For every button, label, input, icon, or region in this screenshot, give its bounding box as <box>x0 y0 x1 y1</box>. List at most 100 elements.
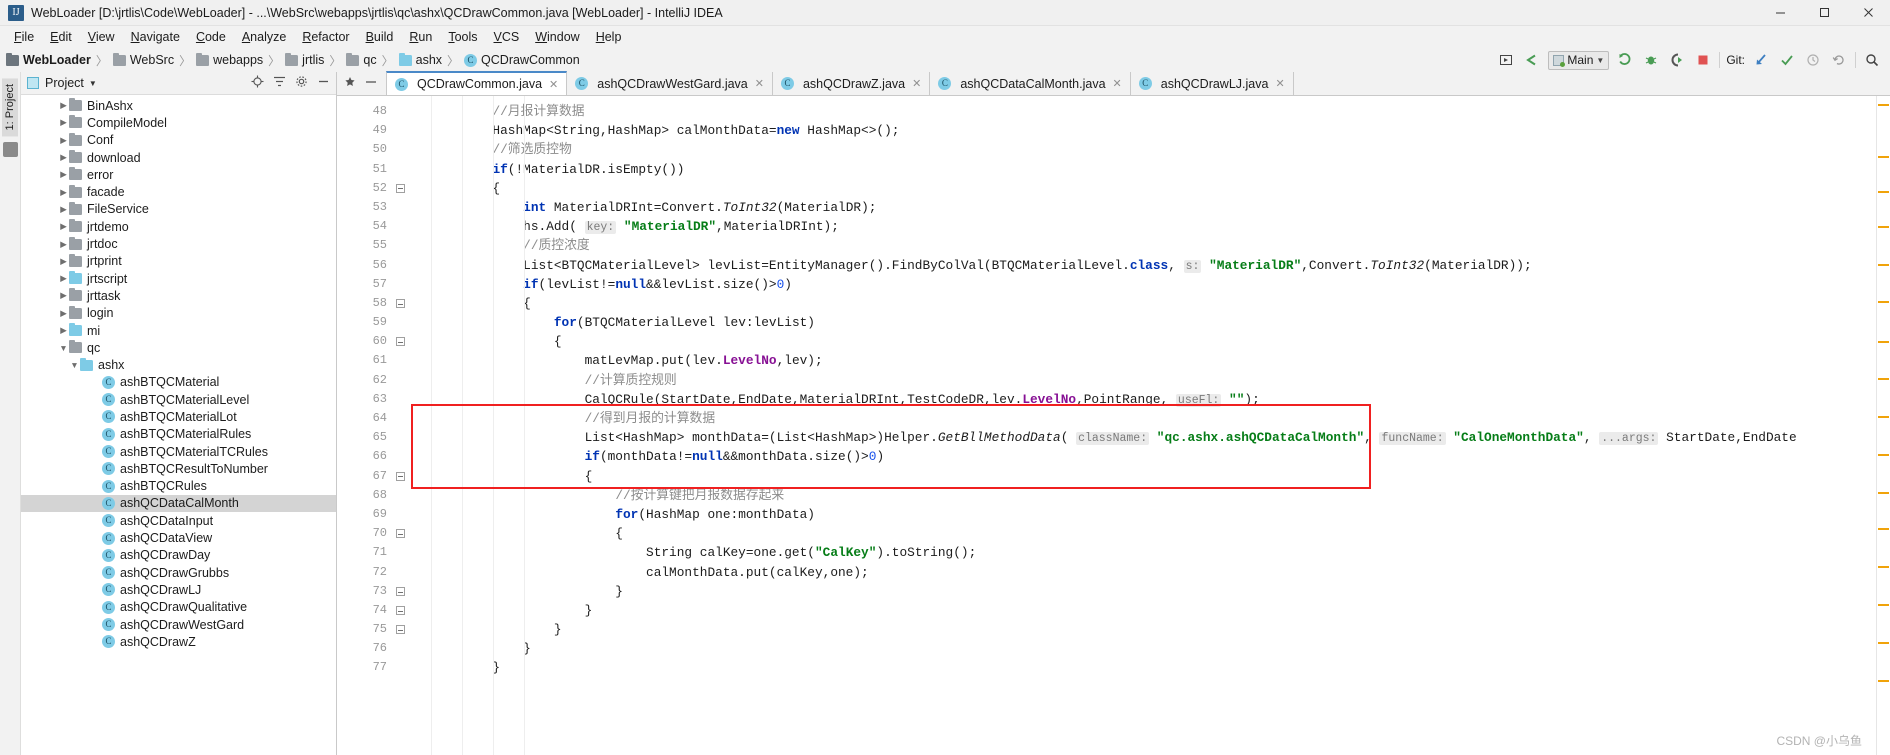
collapse-all-icon[interactable] <box>273 75 286 91</box>
maximize-button[interactable] <box>1802 0 1846 26</box>
code-line[interactable]: HashMap<String,HashMap> calMonthData=new… <box>409 121 1876 140</box>
chevron-right-icon[interactable]: ▶ <box>58 239 69 250</box>
pin-icon[interactable] <box>344 76 356 91</box>
git-commit-icon[interactable] <box>1777 50 1797 70</box>
tree-item-ashqcdrawqualitative[interactable]: CashQCDrawQualitative <box>21 599 336 616</box>
code-line[interactable]: String calKey=one.get("CalKey").toString… <box>409 543 1876 562</box>
editor-tab-ashqcdrawz[interactable]: CashQCDrawZ.java ✕ <box>773 72 931 95</box>
chevron-right-icon[interactable]: ▶ <box>58 204 69 215</box>
git-history-icon[interactable] <box>1803 50 1823 70</box>
fold-marker[interactable] <box>396 606 405 616</box>
sidebar-tab-project[interactable]: 1: Project <box>2 78 18 137</box>
code-line[interactable]: List<BTQCMaterialLevel> levList=EntityMa… <box>409 256 1876 275</box>
code-line[interactable]: hs.Add( key: "MaterialDR",MaterialDRInt)… <box>409 217 1876 236</box>
warning-marker[interactable] <box>1878 528 1889 530</box>
code-line[interactable]: } <box>409 582 1876 601</box>
git-rollback-icon[interactable] <box>1829 50 1849 70</box>
tree-item-ashqcdatacalmonth[interactable]: CashQCDataCalMonth <box>21 494 336 513</box>
tree-item-jrtscript[interactable]: ▶ jrtscript <box>21 270 336 287</box>
code-line[interactable]: for(HashMap one:monthData) <box>409 505 1876 524</box>
tree-item-mi[interactable]: ▶ mi <box>21 322 336 339</box>
warning-marker[interactable] <box>1878 264 1889 266</box>
tree-item-ashqcdrawday[interactable]: CashQCDrawDay <box>21 547 336 564</box>
search-everywhere-icon[interactable] <box>1862 50 1882 70</box>
tree-item-jrtprint[interactable]: ▶ jrtprint <box>21 253 336 270</box>
warning-marker[interactable] <box>1878 566 1889 568</box>
warning-marker[interactable] <box>1878 416 1889 418</box>
fold-marker[interactable] <box>396 529 405 539</box>
breadcrumb-item-websrc[interactable]: WebSrc <box>112 52 174 67</box>
chevron-down-icon[interactable]: ▼ <box>89 79 97 88</box>
menu-item-code[interactable]: Code <box>188 28 234 46</box>
code-line[interactable]: //质控浓度 <box>409 236 1876 255</box>
chevron-right-icon[interactable]: ▶ <box>58 100 69 111</box>
warning-marker[interactable] <box>1878 454 1889 456</box>
menu-item-navigate[interactable]: Navigate <box>123 28 188 46</box>
fold-marker[interactable] <box>396 337 405 347</box>
warning-marker[interactable] <box>1878 341 1889 343</box>
warning-marker[interactable] <box>1878 642 1889 644</box>
tree-item-jrtdemo[interactable]: ▶ jrtdemo <box>21 218 336 235</box>
chevron-down-icon[interactable]: ▼ <box>58 343 69 353</box>
breadcrumb-item-ashx[interactable]: ashx <box>398 52 442 67</box>
tree-item-qc[interactable]: ▼ qc <box>21 339 336 356</box>
menu-item-build[interactable]: Build <box>358 28 402 46</box>
menu-item-analyze[interactable]: Analyze <box>234 28 294 46</box>
debug-icon[interactable] <box>1641 50 1661 70</box>
tree-item-fileservice[interactable]: ▶ FileService <box>21 201 336 218</box>
settings-icon[interactable] <box>295 75 308 91</box>
tree-item-login[interactable]: ▶ login <box>21 305 336 322</box>
code-line[interactable]: { <box>409 332 1876 351</box>
menu-item-refactor[interactable]: Refactor <box>294 28 357 46</box>
code-line[interactable]: //月报计算数据 <box>409 102 1876 121</box>
chevron-right-icon[interactable]: ▶ <box>58 135 69 146</box>
tree-item-ashqcdatainput[interactable]: CashQCDataInput <box>21 512 336 529</box>
chevron-right-icon[interactable]: ▶ <box>58 308 69 319</box>
warning-marker[interactable] <box>1878 226 1889 228</box>
tree-item-compilemodel[interactable]: ▶ CompileModel <box>21 114 336 131</box>
fold-marker[interactable] <box>396 471 405 481</box>
code-line[interactable]: } <box>409 601 1876 620</box>
menu-item-run[interactable]: Run <box>401 28 440 46</box>
breadcrumb-item-qcdrawcommon[interactable]: C QCDrawCommon <box>464 53 580 67</box>
editor-tab-ashqcdatacalmonth[interactable]: CashQCDataCalMonth.java ✕ <box>930 72 1131 95</box>
warning-marker[interactable] <box>1878 378 1889 380</box>
chevron-right-icon[interactable]: ▶ <box>58 152 69 163</box>
tree-item-ashbtqcmateriallevel[interactable]: CashBTQCMaterialLevel <box>21 391 336 408</box>
breadcrumb-item-qc[interactable]: qc <box>346 52 377 67</box>
code-line[interactable]: //得到月报的计算数据 <box>409 409 1876 428</box>
fold-marker[interactable] <box>396 587 405 596</box>
code-line[interactable]: matLevMap.put(lev.LevelNo,lev); <box>409 351 1876 370</box>
close-tab-icon[interactable]: ✕ <box>755 77 764 90</box>
tree-item-ashbtqcmaterial[interactable]: CashBTQCMaterial <box>21 374 336 391</box>
code-line[interactable]: for(BTQCMaterialLevel lev:levList) <box>409 313 1876 332</box>
menu-item-window[interactable]: Window <box>527 28 587 46</box>
editor-tab-ashqcdrawlj[interactable]: CashQCDrawLJ.java ✕ <box>1131 72 1294 95</box>
fold-marker[interactable] <box>396 625 405 635</box>
close-tab-icon[interactable]: ✕ <box>912 77 921 90</box>
layout-icon[interactable] <box>1496 50 1516 70</box>
code-line[interactable]: if(monthData!=null&&monthData.size()>0) <box>409 447 1876 466</box>
menu-item-help[interactable]: Help <box>588 28 630 46</box>
menu-item-tools[interactable]: Tools <box>440 28 485 46</box>
code-line[interactable]: { <box>409 294 1876 313</box>
menu-item-view[interactable]: View <box>80 28 123 46</box>
warning-marker[interactable] <box>1878 104 1889 106</box>
code-line[interactable]: if(!MaterialDR.isEmpty()) <box>409 160 1876 179</box>
code-line[interactable]: { <box>409 467 1876 486</box>
warning-marker[interactable] <box>1878 680 1889 682</box>
hide-icon[interactable] <box>317 75 330 91</box>
chevron-right-icon[interactable]: ▶ <box>58 256 69 267</box>
run-coverage-icon[interactable] <box>1667 50 1687 70</box>
menu-item-vcs[interactable]: VCS <box>486 28 528 46</box>
tree-item-ashbtqcresulttonumber[interactable]: CashBTQCResultToNumber <box>21 460 336 477</box>
editor-tab-ashqcdrawwestgard[interactable]: CashQCDrawWestGard.java ✕ <box>567 72 773 95</box>
tree-item-ashqcdrawlj[interactable]: CashQCDrawLJ <box>21 581 336 598</box>
tree-item-ashqcdataview[interactable]: CashQCDataView <box>21 529 336 546</box>
chevron-right-icon[interactable]: ▶ <box>58 290 69 301</box>
chevron-right-icon[interactable]: ▶ <box>58 117 69 128</box>
tree-item-jrtdoc[interactable]: ▶ jrtdoc <box>21 235 336 252</box>
tree-item-jrttask[interactable]: ▶ jrttask <box>21 287 336 304</box>
code-line[interactable]: //筛选质控物 <box>409 140 1876 159</box>
code-line[interactable]: CalQCRule(StartDate,EndDate,MaterialDRIn… <box>409 390 1876 409</box>
